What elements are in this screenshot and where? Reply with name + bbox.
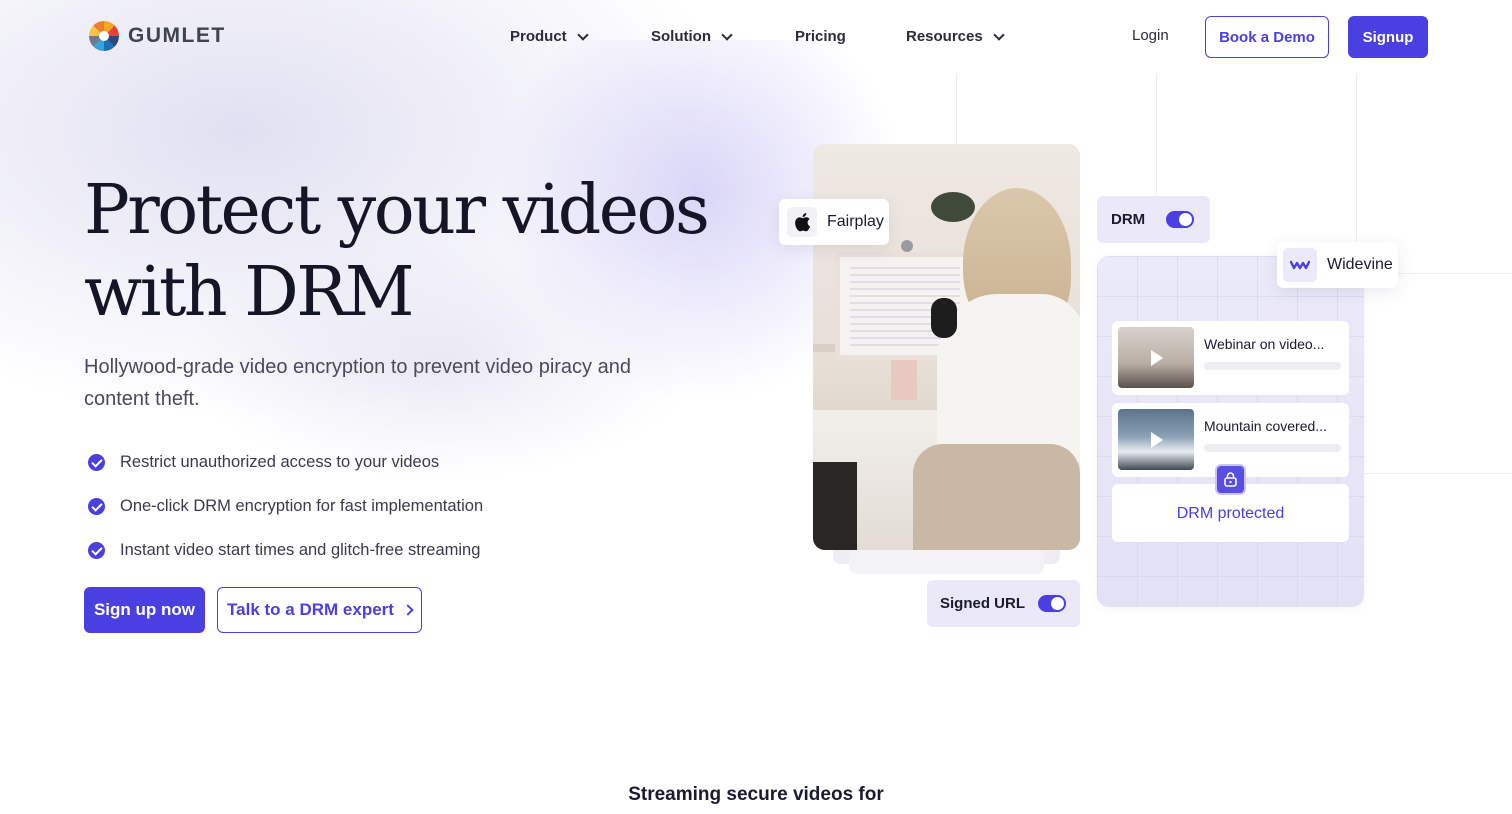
photo-shadow — [849, 548, 1044, 574]
signed-url-toggle[interactable] — [1038, 595, 1066, 612]
apple-icon — [787, 207, 817, 237]
page-title-line-2: with DRM — [84, 253, 415, 332]
play-icon — [1151, 350, 1163, 366]
video-thumbnail — [1118, 327, 1194, 388]
talk-to-expert-button[interactable]: Talk to a DRM expert — [217, 587, 422, 633]
video-thumbnail — [1118, 409, 1194, 470]
widevine-label: Widevine — [1327, 256, 1393, 273]
fairplay-chip: Fairplay — [779, 199, 889, 245]
widevine-icon — [1283, 248, 1317, 282]
check-circle-icon — [88, 453, 105, 471]
fairplay-label: Fairplay — [827, 213, 884, 230]
logo-text: GUMLET — [128, 24, 226, 47]
signed-url-card: Signed URL — [927, 580, 1080, 627]
check-circle-icon — [88, 541, 105, 559]
nav-item-label: Product — [510, 28, 567, 45]
widevine-chip: Widevine — [1277, 242, 1398, 288]
nav-item-product[interactable]: Product — [510, 28, 589, 45]
gumlet-logo-icon — [89, 21, 119, 51]
feature-list: Restrict unauthorized access to your vid… — [88, 440, 483, 572]
check-circle-icon — [88, 497, 105, 515]
chevron-down-icon — [721, 28, 733, 41]
drm-toggle[interactable] — [1166, 211, 1194, 228]
feature-item: One-click DRM encryption for fast implem… — [88, 484, 483, 528]
nav-item-pricing[interactable]: Pricing — [795, 28, 846, 45]
grid-line — [1364, 473, 1512, 474]
logo[interactable]: GUMLET — [89, 21, 226, 51]
grid-line — [1156, 74, 1157, 194]
chevron-right-icon — [402, 604, 414, 616]
nav-item-label: Pricing — [795, 28, 846, 45]
login-link[interactable]: Login — [1132, 27, 1169, 44]
video-title: Webinar on video... — [1204, 336, 1325, 352]
video-placeholder-bar — [1204, 362, 1341, 370]
feature-text: Restrict unauthorized access to your vid… — [120, 452, 440, 471]
signup-button[interactable]: Signup — [1348, 16, 1428, 58]
page-title-line-1: Protect your videos — [84, 171, 710, 250]
signed-url-label: Signed URL — [940, 595, 1025, 612]
top-navigation: GUMLET Product Solution Pricing Resource… — [0, 0, 1512, 74]
lock-icon — [1215, 464, 1246, 495]
feature-text: One-click DRM encryption for fast implem… — [120, 496, 484, 515]
grid-line — [1356, 74, 1357, 244]
nav-item-solution[interactable]: Solution — [651, 28, 733, 45]
chevron-down-icon — [577, 28, 589, 41]
play-icon — [1151, 432, 1163, 448]
video-list-item[interactable]: Webinar on video... — [1112, 321, 1349, 395]
video-title: Mountain covered... — [1204, 418, 1327, 434]
drm-protected-label: DRM protected — [1176, 505, 1285, 522]
feature-item: Instant video start times and glitch-fre… — [88, 528, 483, 572]
drm-toggle-card: DRM — [1097, 196, 1210, 243]
book-demo-button[interactable]: Book a Demo — [1205, 16, 1329, 58]
nav-item-label: Resources — [906, 28, 983, 45]
page-title: Protect your videos with DRM — [84, 170, 724, 334]
talk-to-expert-label: Talk to a DRM expert — [227, 600, 394, 619]
section-heading: Streaming secure videos for — [628, 784, 884, 805]
nav-item-resources[interactable]: Resources — [906, 28, 1005, 45]
hero-subtitle: Hollywood-grade video encryption to prev… — [84, 356, 631, 410]
video-placeholder-bar — [1204, 444, 1341, 452]
drm-label: DRM — [1111, 211, 1146, 228]
feature-text: Instant video start times and glitch-fre… — [120, 540, 481, 559]
chevron-down-icon — [993, 28, 1005, 41]
feature-item: Restrict unauthorized access to your vid… — [88, 440, 483, 484]
nav-item-label: Solution — [651, 28, 711, 45]
sign-up-now-button[interactable]: Sign up now — [84, 587, 205, 633]
